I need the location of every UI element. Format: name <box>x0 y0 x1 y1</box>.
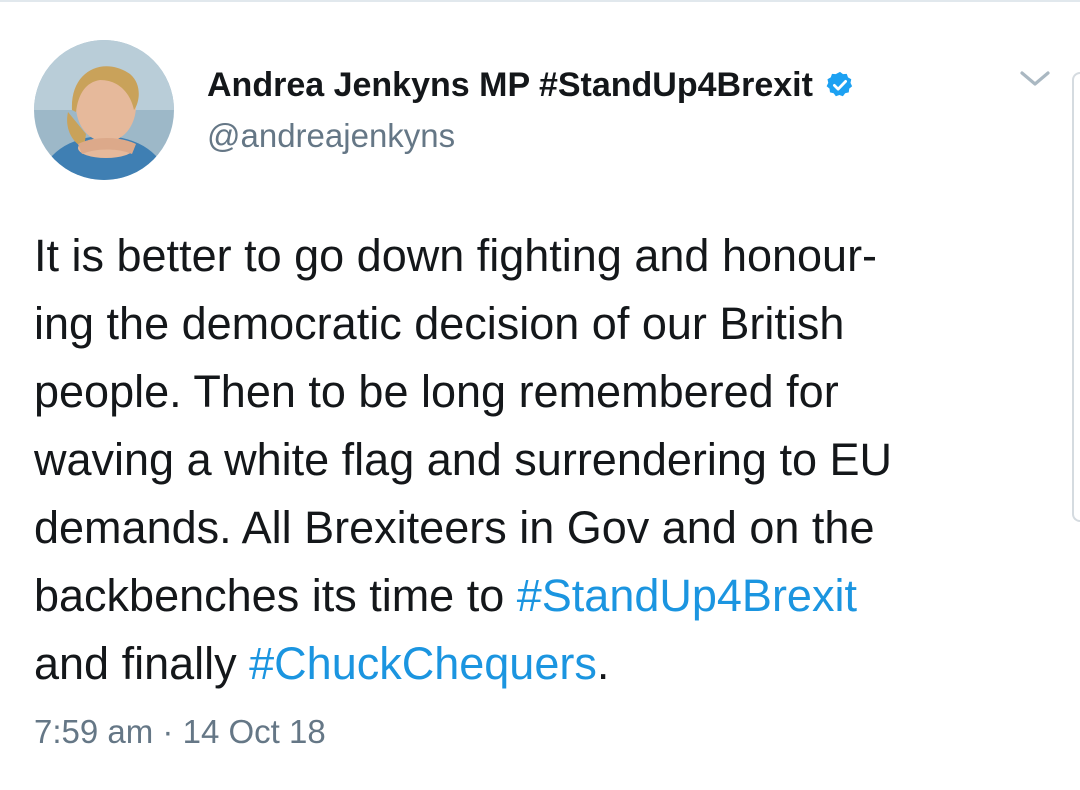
avatar[interactable] <box>34 40 174 180</box>
tweet-line: It is better to go down fighting and hon… <box>34 222 1064 290</box>
tweet-line-text: backbenches its time to <box>34 570 517 621</box>
tweet-text: It is better to go down fighting and hon… <box>34 222 1064 698</box>
tweet-date: 14 Oct 18 <box>182 713 326 750</box>
tweet-card: Andrea Jenkyns MP #StandUp4Brexit @andre… <box>0 0 1080 790</box>
tweet-line-text: demands. All Brexiteers in Gov and on th… <box>34 502 875 553</box>
avatar-photo <box>34 40 174 180</box>
tweet-line-text: people. Then to be long remembered for <box>34 366 839 417</box>
verified-badge-icon <box>825 70 855 100</box>
tweet-line-suffix: . <box>596 638 610 689</box>
tweet-timestamp[interactable]: 7:59 am · 14 Oct 18 <box>34 713 326 751</box>
tweet-time: 7:59 am <box>34 713 154 750</box>
tweet-line: ing the democratic decision of our Briti… <box>34 290 1064 358</box>
tweet-line: people. Then to be long remembered for <box>34 358 1064 426</box>
meta-separator: · <box>162 713 174 750</box>
tweet-line-text: and finally <box>34 638 250 689</box>
tweet-line-text: ing the democratic decision of our Briti… <box>34 298 845 349</box>
tweet-line-text: It is better to go down fighting and hon… <box>34 230 878 281</box>
tweet-line: and finally #ChuckChequers. <box>34 630 1064 698</box>
hashtag-link-standup4brexit[interactable]: #StandUp4Brexit <box>517 570 857 621</box>
adjacent-panel-edge <box>1072 72 1080 522</box>
author-name-row[interactable]: Andrea Jenkyns MP #StandUp4Brexit <box>207 62 855 108</box>
hashtag-link-chuckchequers[interactable]: #ChuckChequers <box>249 638 597 689</box>
author-handle[interactable]: @andreajenkyns <box>207 117 455 155</box>
tweet-line: waving a white flag and surrendering to … <box>34 426 1064 494</box>
tweet-line: demands. All Brexiteers in Gov and on th… <box>34 494 1064 562</box>
chevron-down-icon[interactable] <box>1016 68 1054 90</box>
tweet-line-text: waving a white flag and surrendering to … <box>34 434 892 485</box>
author-display-name[interactable]: Andrea Jenkyns MP #StandUp4Brexit <box>207 66 813 105</box>
tweet-line: backbenches its time to #StandUp4Brexit <box>34 562 1064 630</box>
